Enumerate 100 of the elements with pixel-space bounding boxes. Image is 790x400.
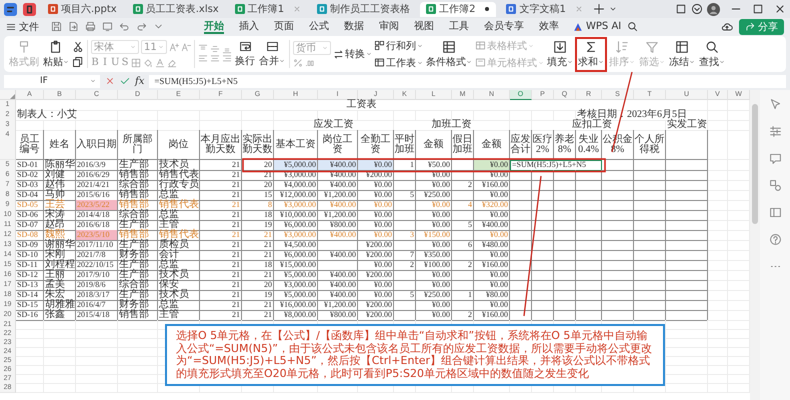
ribbon-tab[interactable]: 插入 (239, 19, 259, 34)
percent-icon[interactable] (293, 58, 303, 68)
redo-icon[interactable] (136, 21, 147, 32)
share-button[interactable]: 分享 (739, 18, 784, 34)
ribbon-tab[interactable]: 开始 (204, 19, 224, 34)
empty-cell (666, 383, 708, 393)
font-size-up-icon[interactable] (169, 42, 179, 52)
help-icon[interactable] (768, 233, 782, 246)
ribbon-button[interactable]: 行和列 (374, 38, 423, 52)
empty-cell (532, 250, 554, 261)
text-style-button[interactable]: I (101, 57, 109, 68)
empty-cell (394, 210, 416, 221)
ribbon-tab[interactable]: 数据 (344, 19, 364, 34)
align-right-icon[interactable] (222, 54, 232, 64)
table-cell: 21 (200, 230, 242, 241)
scrollbar[interactable] (750, 90, 760, 400)
font-size-down-icon[interactable] (181, 42, 191, 52)
layers-icon[interactable] (768, 206, 782, 219)
active-cell[interactable]: =SUM(H5:J5)+L5+N5 (510, 160, 602, 171)
download-icon[interactable] (691, 3, 703, 15)
column-heading: 本月应出勤天数 (200, 130, 242, 160)
empty-cell (634, 250, 666, 261)
table-cell: 3 (394, 230, 416, 241)
export-icon[interactable] (68, 21, 79, 32)
font-size-select[interactable]: 11 (141, 40, 167, 54)
document-tab[interactable]: 工作簿1 (228, 2, 308, 16)
plus-icon[interactable] (592, 3, 605, 15)
font-select[interactable]: 宋体 (91, 40, 139, 54)
search-icon[interactable] (627, 21, 638, 32)
wrap-text-button[interactable]: 换行 (234, 39, 256, 69)
ribbon-tab[interactable]: 会员专享 (484, 19, 524, 34)
empty-cell (666, 180, 708, 191)
sum-button[interactable]: 求和 (576, 38, 606, 70)
insert-function-button[interactable]: fx (135, 76, 144, 86)
table-cell: SD-14 (16, 290, 44, 301)
merge-cells-button[interactable]: 合并 (258, 39, 286, 69)
ribbon-tab[interactable]: 效率 (539, 19, 559, 34)
document-tab[interactable]: 员工工资表.xlsx (126, 2, 225, 16)
document-tab[interactable]: 项目六.pptx (42, 2, 123, 16)
scissors-icon[interactable] (72, 40, 84, 52)
close-icon[interactable] (774, 3, 786, 15)
cancel-icon[interactable] (105, 76, 115, 86)
freeze-panes-button[interactable]: 冻结 (668, 38, 696, 70)
table-cell: 21 (242, 230, 274, 241)
file-icon[interactable] (23, 2, 36, 16)
name-box[interactable]: IF (4, 74, 100, 88)
empty-cell (602, 200, 634, 211)
empty-cell (200, 120, 242, 131)
table-cell: ¥6,000.00 (274, 220, 318, 231)
ribbon-button[interactable]: 工作表 (374, 56, 423, 70)
document-tab[interactable]: 文字文稿1 (500, 2, 589, 16)
number-format-select[interactable]: 货币 (293, 40, 331, 54)
copy-icon[interactable] (72, 56, 84, 68)
maximize-icon[interactable] (752, 3, 764, 15)
print-icon[interactable] (85, 21, 96, 32)
wps-ai-button[interactable]: WPS AI (573, 21, 622, 32)
window-icon[interactable] (675, 3, 687, 15)
ribbon-tab[interactable]: 视图 (414, 19, 434, 34)
ribbon-tab[interactable]: 审阅 (379, 19, 399, 34)
avatar[interactable] (707, 2, 720, 16)
app-launcher-icon[interactable] (4, 2, 17, 16)
caret-icon[interactable] (608, 5, 617, 13)
fill-bucket-icon[interactable] (143, 58, 153, 68)
save-icon[interactable] (51, 21, 62, 32)
comment-icon[interactable] (768, 152, 782, 165)
ribbon-tab[interactable]: 工具 (449, 19, 469, 34)
conditional-format-button[interactable]: 条件格式 (425, 38, 473, 70)
preview-icon[interactable] (102, 21, 113, 32)
text-style-button[interactable]: B (91, 57, 99, 68)
check-icon[interactable] (120, 76, 130, 86)
text-style-button[interactable]: U (111, 57, 119, 68)
ribbon-button[interactable]: 转换 (333, 47, 372, 61)
ribbon-tab[interactable]: 公式 (309, 19, 329, 34)
empty-cell (554, 270, 576, 281)
font-color-icon[interactable] (155, 58, 165, 68)
shapes-icon[interactable] (768, 179, 782, 192)
text-style-button[interactable]: S (121, 57, 129, 68)
paste-button[interactable]: 粘贴 (42, 38, 70, 70)
table-cell: SD-09 (16, 240, 44, 251)
sliders-icon[interactable] (768, 125, 782, 138)
formula-input[interactable]: =SUM(H5:J5)+L5+N5 (149, 74, 786, 88)
empty-cell (554, 170, 576, 181)
fill-down-button[interactable]: 填充 (546, 38, 574, 70)
undo-icon[interactable] (119, 21, 130, 32)
file-menu[interactable]: 文件 (6, 20, 39, 34)
document-tab[interactable]: 工作簿2 (420, 2, 496, 16)
align-left-icon[interactable] (198, 54, 208, 64)
document-tab[interactable]: 制作员工工资表格 (311, 2, 416, 16)
cloud-upload-icon[interactable] (721, 20, 733, 32)
border-icon[interactable] (131, 58, 141, 68)
empty-cell (708, 260, 728, 271)
eraser-icon[interactable] (167, 58, 177, 68)
align-center-icon[interactable] (210, 54, 220, 64)
ribbon-tab[interactable]: 页面 (274, 19, 294, 34)
empty-cell (532, 280, 554, 291)
search-button[interactable]: 查找 (698, 38, 726, 70)
cursor-icon[interactable] (768, 98, 782, 111)
table-cell: ¥150.00 (416, 230, 452, 241)
empty-cell (666, 160, 708, 171)
align-middle-icon[interactable] (210, 44, 220, 54)
